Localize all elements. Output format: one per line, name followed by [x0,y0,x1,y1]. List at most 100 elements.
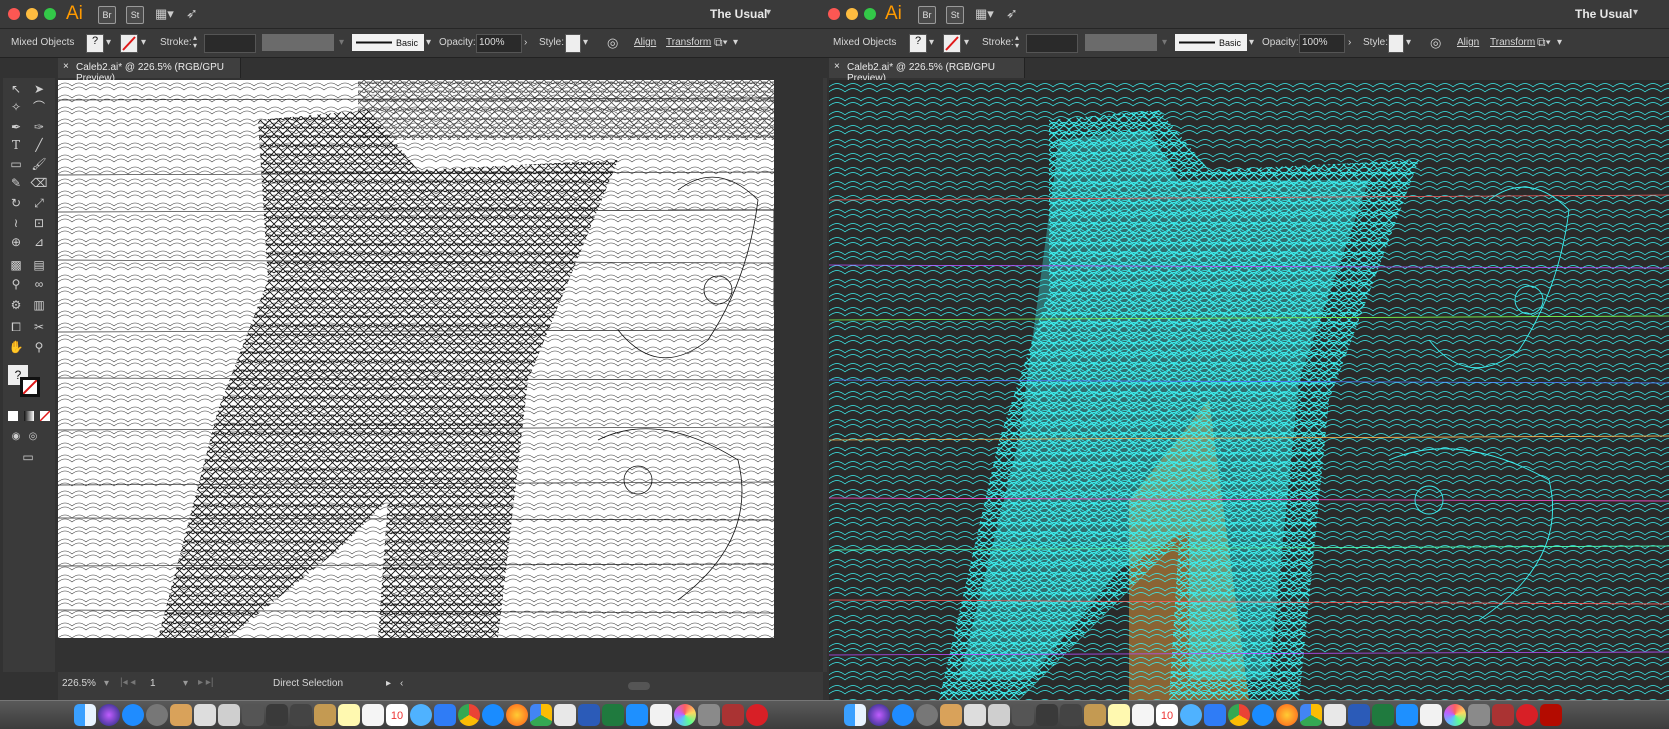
line-tool-icon[interactable]: ╱ [30,136,48,154]
minimize-window-button[interactable] [846,8,858,20]
calendar-icon[interactable]: 10 [1156,704,1178,726]
zoom-chevron-icon[interactable]: ▾ [104,678,109,689]
word-icon[interactable] [1348,704,1370,726]
image-capture-icon[interactable] [698,704,720,726]
textedit-icon[interactable] [1324,704,1346,726]
zoom-window-button[interactable] [44,8,56,20]
type-tool-icon[interactable]: T [7,136,25,154]
notes-icon[interactable] [1108,704,1130,726]
photos-icon[interactable] [1444,704,1466,726]
first-artboard-icon[interactable]: |◂ ◂ [120,677,135,688]
textedit-icon[interactable] [554,704,576,726]
variable-width-profile[interactable] [1085,34,1157,51]
direct-selection-tool-icon[interactable]: ➤ [30,80,48,98]
arrange-documents-icon[interactable]: ▦▾ [155,6,174,22]
chevron-down-icon[interactable]: ▾ [106,37,111,48]
ibooks-icon[interactable] [1396,704,1418,726]
scanner-icon[interactable] [1060,704,1082,726]
finder-icon[interactable] [74,704,96,726]
fill-swatch[interactable]: ? [909,34,927,53]
stock-button[interactable]: St [126,6,144,24]
draw-behind-icon[interactable]: ◎ [24,428,42,446]
word-icon[interactable] [578,704,600,726]
slice-tool-icon[interactable]: ✂ [30,318,48,336]
style-swatch[interactable] [1388,34,1404,53]
align-link[interactable]: Align [1457,37,1479,48]
isolate-group-icon[interactable]: ⧉▾ [1537,35,1551,50]
workspace-switcher[interactable]: The Usual [1575,7,1632,21]
launchpad-icon[interactable] [916,704,938,726]
arrange-documents-icon[interactable]: ▦▾ [975,6,994,22]
transform-link[interactable]: Transform [666,37,711,48]
minimize-window-button[interactable] [26,8,38,20]
stock-button[interactable]: St [946,6,964,24]
rotate-tool-icon[interactable]: ↻ [7,194,25,212]
variable-width-profile[interactable] [262,34,334,51]
next-artboard-icon[interactable]: ▸ ▸| [198,677,213,688]
chevron-down-icon[interactable]: ▾ [766,7,771,18]
safari-icon[interactable] [1252,704,1274,726]
notes-icon[interactable] [338,704,360,726]
stroke-box[interactable] [20,377,40,397]
width-tool-icon[interactable]: ≀ [7,214,25,232]
contacts-icon[interactable] [314,704,336,726]
printer-2-icon[interactable] [1036,704,1058,726]
app-store-icon[interactable] [122,704,144,726]
ibooks-icon[interactable] [626,704,648,726]
free-transform-icon[interactable]: ⊡ [30,214,48,232]
siri-icon[interactable] [98,704,120,726]
zoom-level[interactable]: 226.5% [62,678,96,689]
shape-builder-icon[interactable]: ⊕ [7,233,25,251]
stroke-swatch[interactable] [120,34,138,53]
chevron-right-icon[interactable]: › [1348,37,1351,48]
artboard-number[interactable]: 1 [150,678,156,689]
mesh-tool-icon[interactable]: ▩ [7,256,25,274]
chrome-icon[interactable] [458,704,480,726]
blend-tool-icon[interactable]: ∞ [30,275,48,293]
firefox-icon[interactable] [1276,704,1298,726]
chevron-down-icon[interactable]: ▾ [339,37,344,48]
printer-icon[interactable] [194,704,216,726]
shaper-tool-icon[interactable]: ✎ [7,174,25,192]
bridge-button[interactable]: Br [98,6,116,24]
document-tab[interactable]: × Caleb2.ai* @ 226.5% (RGB/GPU Preview) [829,58,1025,84]
graph-tool-icon[interactable]: ▥ [30,296,48,314]
photo-app-icon[interactable] [1492,704,1514,726]
close-window-button[interactable] [828,8,840,20]
chevron-down-icon[interactable]: ▾ [1633,7,1638,18]
finder-icon[interactable] [844,704,866,726]
scanner-icon[interactable] [290,704,312,726]
chevron-down-icon[interactable]: ▾ [426,37,431,48]
calendar-icon[interactable]: 10 [386,704,408,726]
panel-menu-icon[interactable]: ▾ [1557,37,1562,48]
transform-link[interactable]: Transform [1490,37,1535,48]
siri-icon[interactable] [868,704,890,726]
bridge-button[interactable]: Br [918,6,936,24]
contacts-icon[interactable] [1084,704,1106,726]
recolor-artwork-icon[interactable]: ◎ [1430,35,1441,51]
firefox-icon[interactable] [506,704,528,726]
pen-tool-icon[interactable]: ✒ [7,118,25,136]
artboard-tool-icon[interactable]: ⧠ [7,318,25,336]
stroke-stepper-icon[interactable]: ▴ ▾ [193,34,197,50]
google-drive-icon[interactable] [1300,704,1322,726]
stroke-swatch[interactable] [943,34,961,53]
zoom-window-button[interactable] [864,8,876,20]
fill-swatch[interactable]: ? [86,34,104,53]
selection-tool-icon[interactable]: ↖ [7,80,25,98]
close-window-button[interactable] [8,8,20,20]
chevron-down-icon[interactable]: ▾ [141,37,146,48]
close-tab-icon[interactable]: × [63,61,69,72]
perspective-grid-icon[interactable]: ⊿ [30,233,48,251]
screen-mode-icon[interactable]: ▭ [19,448,37,466]
reminders-icon[interactable] [362,704,384,726]
safari-icon[interactable] [482,704,504,726]
scale-tool-icon[interactable]: ⤢ [30,194,48,212]
workspace-switcher[interactable]: The Usual [710,7,767,21]
eyedropper-icon[interactable]: ⚲ [7,275,25,293]
zoom-tool-icon[interactable]: ⚲ [30,338,48,356]
printer-icon[interactable] [964,704,986,726]
draw-mode-icon[interactable]: ◉ [7,428,25,446]
brush-definition[interactable]: Basic [1175,34,1247,51]
magic-wand-icon[interactable]: ✧ [7,98,25,116]
